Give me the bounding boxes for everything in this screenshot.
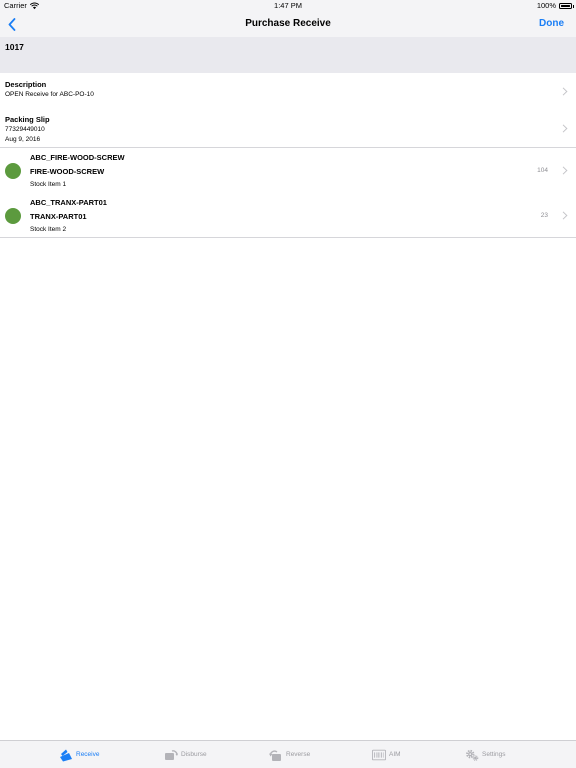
tab-label: AIM — [389, 751, 401, 758]
tab-reverse[interactable]: Reverse — [269, 741, 310, 768]
packing-slip-label: Packing Slip — [5, 115, 50, 124]
line-item-row[interactable]: ABC_FIRE-WOOD-SCREW FIRE-WOOD-SCREW Stoc… — [0, 148, 576, 192]
description-row[interactable]: Description OPEN Receive for ABC-PO-10 — [0, 73, 576, 107]
reverse-icon — [269, 749, 281, 761]
battery-icon — [559, 3, 572, 9]
item-subtitle: Stock Item 1 — [30, 181, 67, 188]
disburse-icon — [165, 749, 178, 760]
status-dot-icon — [5, 163, 21, 179]
divider — [0, 237, 576, 238]
tab-label: Reverse — [286, 751, 311, 758]
tab-disburse[interactable]: Disburse — [164, 741, 207, 768]
tab-aim[interactable]: AIM — [372, 741, 401, 768]
settings-icon — [466, 749, 479, 761]
tab-label: Settings — [482, 751, 506, 758]
line-item-row[interactable]: ABC_TRANX-PART01 TRANX-PART01 Stock Item… — [0, 193, 576, 237]
tab-label: Receive — [76, 751, 100, 758]
chevron-right-icon — [562, 166, 568, 175]
po-header: 1017 — [0, 37, 576, 73]
chevron-right-icon — [562, 87, 568, 96]
item-quantity: 23 — [540, 212, 548, 219]
item-name: FIRE-WOOD-SCREW — [30, 167, 105, 176]
receive-detail-list: Description OPEN Receive for ABC-PO-10 P… — [0, 73, 576, 238]
status-bar: Carrier 1:47 PM 100% — [0, 0, 576, 12]
description-value: OPEN Receive for ABC-PO-10 — [5, 91, 94, 98]
clock: 1:47 PM — [274, 1, 302, 10]
aim-icon — [372, 749, 386, 760]
tab-label: Disburse — [181, 751, 207, 758]
tab-receive[interactable]: Receive — [59, 741, 99, 768]
packing-slip-number: 77329449010 — [5, 126, 45, 133]
description-label: Description — [5, 80, 47, 89]
item-quantity: 104 — [537, 167, 548, 174]
page-title: Purchase Receive — [245, 18, 331, 29]
chevron-right-icon — [562, 211, 568, 220]
packing-slip-row[interactable]: Packing Slip 77329449010 Aug 9, 2016 — [0, 108, 576, 147]
chevron-right-icon — [562, 124, 568, 133]
item-subtitle: Stock Item 2 — [30, 226, 67, 233]
tab-settings[interactable]: Settings — [465, 741, 506, 768]
item-name: TRANX-PART01 — [30, 212, 87, 221]
navigation-bar: Purchase Receive Done — [0, 12, 576, 37]
receive-icon — [60, 749, 72, 761]
packing-slip-date: Aug 9, 2016 — [5, 136, 41, 143]
tab-bar: Receive Disburse Reverse AIM Settings — [0, 740, 576, 768]
battery-percent: 100% — [536, 1, 556, 10]
po-number: 1017 — [5, 42, 24, 52]
status-dot-icon — [5, 208, 21, 224]
done-button[interactable]: Done — [539, 12, 564, 37]
item-code: ABC_FIRE-WOOD-SCREW — [30, 153, 125, 162]
item-code: ABC_TRANX-PART01 — [30, 198, 107, 207]
